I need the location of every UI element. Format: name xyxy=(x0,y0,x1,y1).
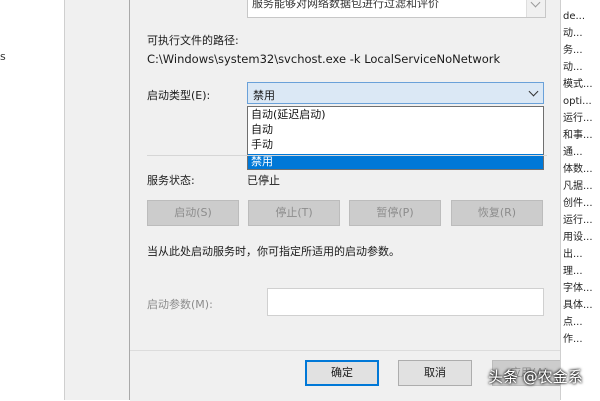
description-text: 服务能够对网络数据包进行过滤和评价 xyxy=(252,0,439,10)
stop-button[interactable]: 停止(T) xyxy=(248,200,340,226)
list-item[interactable]: 作... xyxy=(563,331,600,348)
option-auto[interactable]: 自动 xyxy=(248,122,543,137)
path-value: C:\Windows\system32\svchost.exe -k Local… xyxy=(147,52,501,66)
chevron-down-icon[interactable] xyxy=(530,0,541,8)
list-item[interactable]: 运行... xyxy=(563,110,600,127)
startup-type-value: 禁用 xyxy=(253,89,275,102)
path-label: 可执行文件的路径: xyxy=(147,34,239,47)
list-item[interactable]: 用设... xyxy=(563,229,600,246)
list-item[interactable]: 字体... xyxy=(563,280,600,297)
list-item[interactable]: 点... xyxy=(563,314,600,331)
service-status-value: 已停止 xyxy=(247,174,280,187)
chevron-down-icon[interactable] xyxy=(528,86,539,97)
background-left-text: s xyxy=(0,50,6,63)
option-disabled[interactable]: 禁用 xyxy=(248,154,543,169)
list-item[interactable]: 凡据... xyxy=(563,178,600,195)
list-item[interactable]: 务... xyxy=(563,42,600,59)
watermark: 头条 @农金系 xyxy=(488,368,583,386)
list-item[interactable]: 通... xyxy=(563,144,600,161)
section-divider xyxy=(147,155,547,156)
service-status-label: 服务状态: xyxy=(147,174,195,187)
background-gap xyxy=(65,0,130,400)
pause-button[interactable]: 暂停(P) xyxy=(349,200,441,226)
list-item[interactable]: 具体... xyxy=(563,297,600,314)
background-left-pane: s xyxy=(0,0,64,400)
list-item[interactable]: 模式... xyxy=(563,76,600,93)
list-item[interactable]: opti... xyxy=(563,93,600,110)
list-item[interactable]: 体数... xyxy=(563,161,600,178)
start-params-label: 启动参数(M): xyxy=(147,298,213,311)
list-item[interactable]: 和事... xyxy=(563,127,600,144)
list-item[interactable]: 创件... xyxy=(563,195,600,212)
list-item[interactable]: 运行... xyxy=(563,212,600,229)
description-box[interactable]: 服务能够对网络数据包进行过滤和评价 xyxy=(247,0,546,18)
start-button[interactable]: 启动(S) xyxy=(147,200,239,226)
start-params-hint: 当从此处启动服务时，你可指定所适用的启动参数。 xyxy=(147,245,400,258)
startup-type-select[interactable]: 禁用 xyxy=(247,82,544,104)
start-params-input[interactable] xyxy=(267,288,544,316)
cancel-button[interactable]: 取消 xyxy=(398,360,472,386)
list-item[interactable]: 动... xyxy=(563,59,600,76)
description-scrollbar[interactable] xyxy=(526,0,545,17)
option-auto-delayed[interactable]: 自动(延迟启动) xyxy=(248,107,543,122)
service-properties-dialog: 服务能够对网络数据包进行过滤和评价 可执行文件的路径: C:\Windows\s… xyxy=(130,0,566,401)
list-item[interactable]: de... xyxy=(563,8,600,25)
startup-type-label: 启动类型(E): xyxy=(147,89,211,102)
list-item[interactable]: 动... xyxy=(563,25,600,42)
ok-button[interactable]: 确定 xyxy=(305,360,379,386)
resume-button[interactable]: 恢复(R) xyxy=(451,200,543,226)
startup-type-dropdown: 自动(延迟启动) 自动 手动 禁用 xyxy=(247,106,544,170)
list-item[interactable]: 出... xyxy=(563,246,600,263)
option-manual[interactable]: 手动 xyxy=(248,137,543,152)
list-item[interactable]: 理... xyxy=(563,263,600,280)
background-service-list: de... 动... 务... 动... 模式... opti... 运行...… xyxy=(560,0,600,400)
